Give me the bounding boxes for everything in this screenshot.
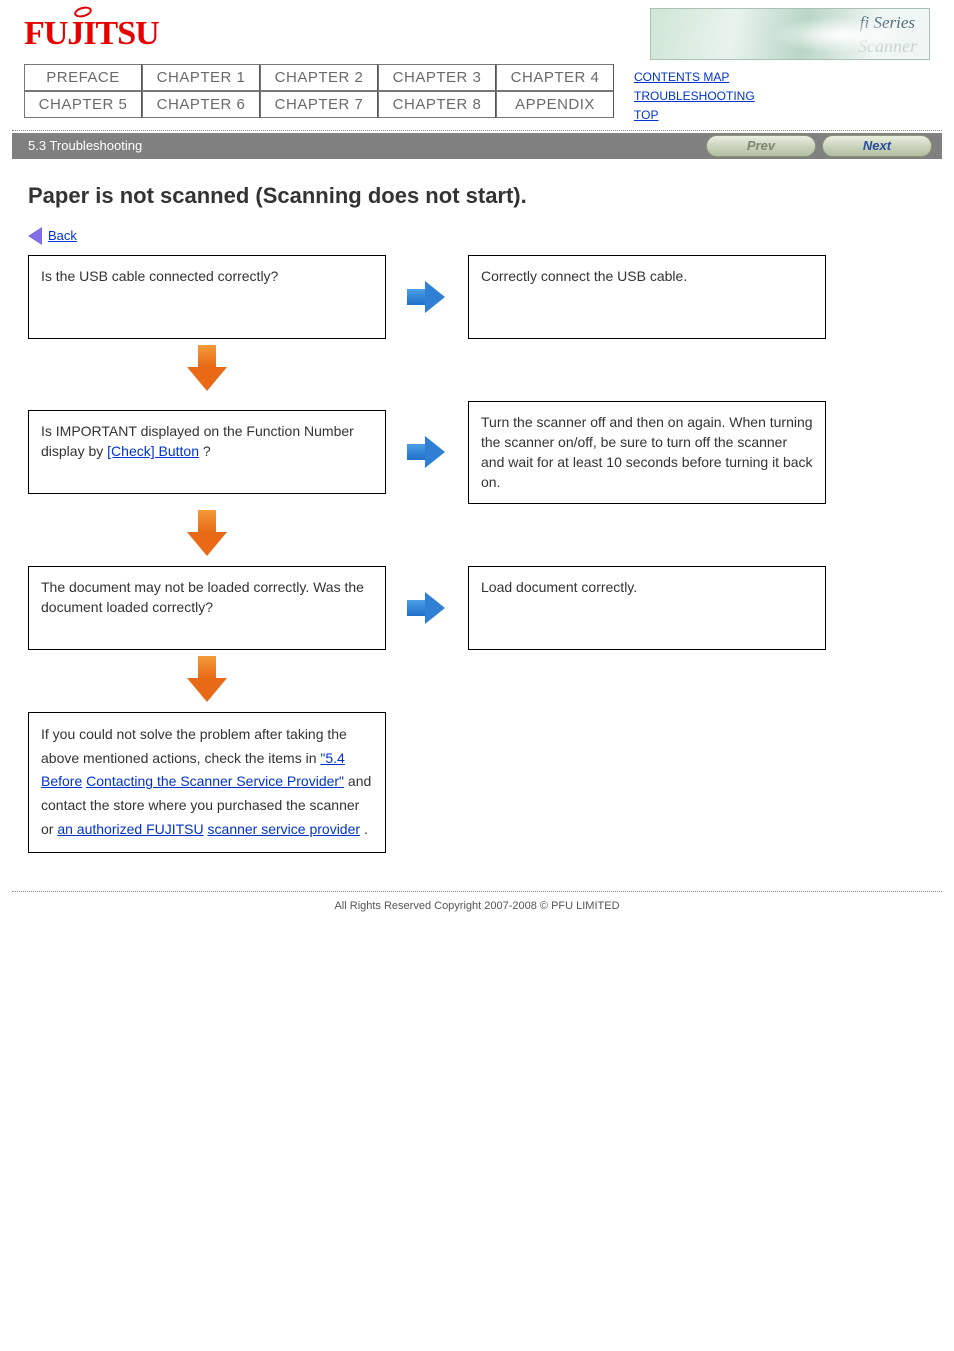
back-link[interactable]: Back [48,228,77,243]
link-section-54-b[interactable]: Contacting the Scanner Service Provider" [86,773,344,789]
tab-chapter-2[interactable]: CHAPTER 2 [260,64,378,91]
arrow-right-icon [407,432,447,472]
link-provider-b[interactable]: scanner service provider [208,821,361,837]
tab-chapter-1[interactable]: CHAPTER 1 [142,64,260,91]
flow-q3-text: The document may not be loaded correctly… [41,579,364,615]
flow-q2-text-b: ? [203,443,211,459]
check-button-link[interactable]: [Check] Button [107,443,199,459]
flow-final-box: If you could not solve the problem after… [28,712,386,853]
flow-q3-box: The document may not be loaded correctly… [28,566,386,650]
arrow-down-icon [185,510,229,560]
flow-a1-text: Correctly connect the USB cable. [481,268,687,284]
next-button[interactable]: Next [822,135,932,157]
link-contents-map[interactable]: CONTENTS MAP [634,68,914,87]
section-bar: 5.3 Troubleshooting Prev Next [12,133,942,159]
copyright: All Rights Reserved Copyright 2007-2008 … [0,900,954,912]
flow-a3-text: Load document correctly. [481,579,637,595]
tab-appendix[interactable]: APPENDIX [496,91,614,118]
arrow-down-icon [185,345,229,395]
link-troubleshooting[interactable]: TROUBLESHOOTING [634,87,914,106]
link-top[interactable]: TOP [634,106,914,125]
tab-chapter-3[interactable]: CHAPTER 3 [378,64,496,91]
tab-chapter-7[interactable]: CHAPTER 7 [260,91,378,118]
arrow-right-icon [407,277,447,317]
flow-a3-box: Load document correctly. [468,566,826,650]
tab-preface[interactable]: PREFACE [24,64,142,91]
product-banner: fi Series Scanner [650,8,930,60]
flow-q2-box: Is IMPORTANT displayed on the Function N… [28,410,386,494]
final-text-3: . [364,821,368,837]
arrow-right-icon [407,588,447,628]
divider [12,130,942,131]
flow-q1-box: Is the USB cable connected correctly? [28,255,386,339]
tab-chapter-4[interactable]: CHAPTER 4 [496,64,614,91]
tab-chapter-5[interactable]: CHAPTER 5 [24,91,142,118]
flow-q1-text: Is the USB cable connected correctly? [41,268,278,284]
flow-a2-text: Turn the scanner off and then on again. … [481,414,813,491]
prev-button[interactable]: Prev [706,135,816,157]
section-bar-label: 5.3 Troubleshooting [28,138,700,153]
final-text-1: If you could not solve the problem after… [41,726,347,766]
link-provider-a[interactable]: an authorized FUJITSU [57,821,203,837]
fujitsu-logo: FUJITSU [24,15,159,53]
flow-a2-box: Turn the scanner off and then on again. … [468,401,826,504]
divider-bottom [12,891,942,892]
tab-chapter-8[interactable]: CHAPTER 8 [378,91,496,118]
flow-a1-box: Correctly connect the USB cable. [468,255,826,339]
chapter-tabs: PREFACE CHAPTER 1 CHAPTER 2 CHAPTER 3 CH… [24,64,614,118]
tab-chapter-6[interactable]: CHAPTER 6 [142,91,260,118]
arrow-down-icon [185,656,229,706]
sidebar-links: CONTENTS MAP TROUBLESHOOTING TOP [634,64,914,126]
back-icon [28,227,42,245]
page-title: Paper is not scanned (Scanning does not … [28,183,914,209]
